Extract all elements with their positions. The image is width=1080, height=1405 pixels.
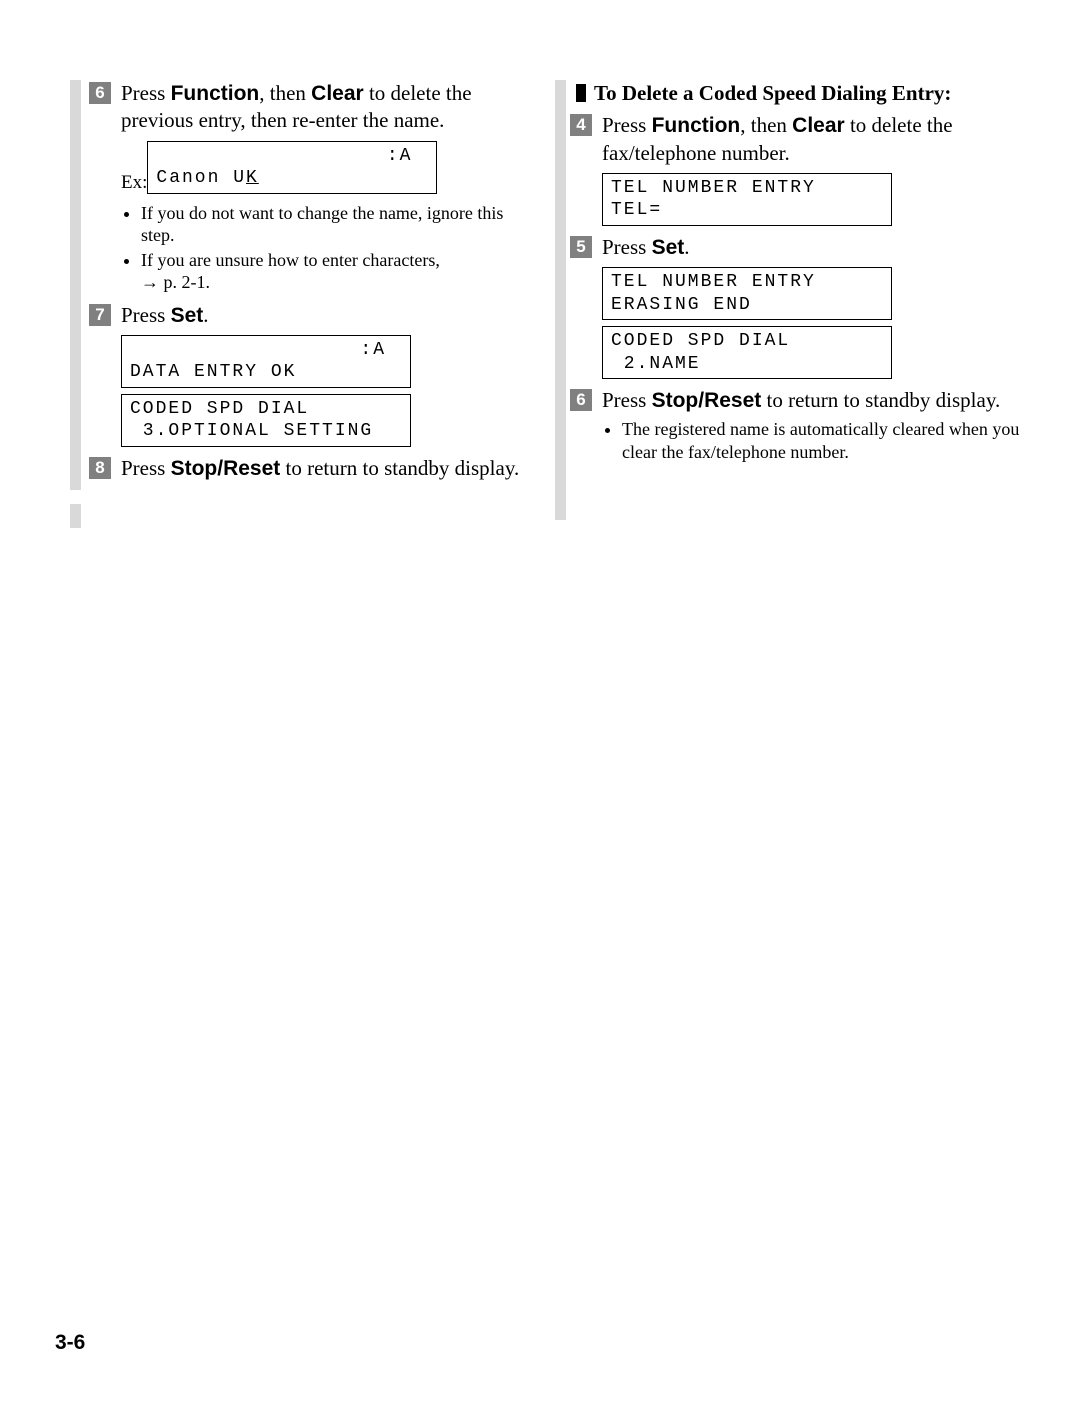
step-8: 8 Press Stop/Reset to return to standby … — [89, 455, 535, 482]
step-5: 5 Press Set. — [570, 234, 1020, 261]
step-6-text: Press Function, then Clear to delete the… — [121, 80, 535, 135]
step-7: 7 Press Set. — [89, 302, 535, 329]
left-column: 6 Press Function, then Clear to delete t… — [70, 80, 535, 528]
step-6-right-notes: The registered name is automatically cle… — [602, 418, 1020, 463]
two-column-layout: 6 Press Function, then Clear to delete t… — [70, 80, 1020, 528]
lcd-tel-number-entry: TEL NUMBER ENTRY TEL= — [602, 173, 892, 226]
step-number-7: 7 — [89, 304, 111, 326]
step-6-right: 6 Press Stop/Reset to return to standby … — [570, 387, 1020, 414]
lcd-erasing-end: TEL NUMBER ENTRY ERASING END — [602, 267, 892, 320]
ex-label: Ex: — [121, 172, 147, 194]
step-6: 6 Press Function, then Clear to delete t… — [89, 80, 535, 135]
step-6-right-text: Press Stop/Reset to return to standby di… — [602, 387, 1020, 414]
right-column: To Delete a Coded Speed Dialing Entry: 4… — [555, 80, 1020, 528]
step-number-4: 4 — [570, 114, 592, 136]
note-ignore-step: If you do not want to change the name, i… — [141, 202, 535, 247]
lcd-canon-uk: :A Canon UK — [147, 141, 437, 194]
lcd-coded-spd-optional: CODED SPD DIAL 3.OPTIONAL SETTING — [121, 394, 411, 447]
step-number-6-right: 6 — [570, 389, 592, 411]
step-4-text: Press Function, then Clear to delete the… — [602, 112, 1020, 167]
step-number-6: 6 — [89, 82, 111, 104]
step-number-5: 5 — [570, 236, 592, 258]
note-auto-clear: The registered name is automatically cle… — [622, 418, 1020, 463]
step-8-text: Press Stop/Reset to return to standby di… — [121, 455, 535, 482]
step-7-text: Press Set. — [121, 302, 535, 329]
step-4: 4 Press Function, then Clear to delete t… — [570, 112, 1020, 167]
lcd-coded-spd-name: CODED SPD DIAL 2.NAME — [602, 326, 892, 379]
note-enter-characters: If you are unsure how to enter character… — [141, 249, 535, 294]
lcd-data-entry-ok: :A DATA ENTRY OK — [121, 335, 411, 388]
delete-coded-heading: To Delete a Coded Speed Dialing Entry: — [570, 80, 1020, 106]
step-5-text: Press Set. — [602, 234, 1020, 261]
heading-bullet-icon — [576, 84, 586, 102]
example-lcd-6: Ex: :A Canon UK — [121, 141, 535, 194]
page-number: 3-6 — [55, 1331, 85, 1355]
right-col-marker — [555, 80, 566, 520]
left-col-marker — [70, 80, 81, 528]
step-number-8: 8 — [89, 457, 111, 479]
step-6-notes: If you do not want to change the name, i… — [121, 202, 535, 294]
